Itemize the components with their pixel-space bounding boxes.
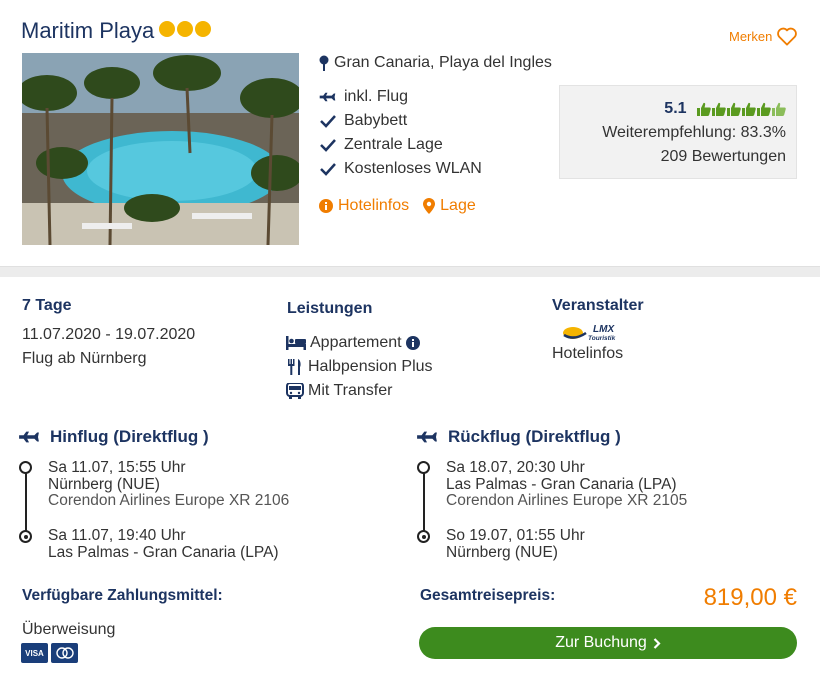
leistung-item: Appartement xyxy=(286,334,420,352)
hotel-stars xyxy=(159,21,211,37)
hinflug-title-text: Hinflug (Direktflug ) xyxy=(50,427,209,446)
check-icon xyxy=(319,163,336,176)
bed-icon xyxy=(286,336,306,350)
hinflug-arr-time: Sa 11.07, 19:40 Uhr xyxy=(48,527,186,544)
info-icon xyxy=(319,199,333,213)
review-count[interactable]: 209 Bewertungen xyxy=(661,148,786,166)
payment-title: Verfügbare Zahlungsmittel: xyxy=(22,587,223,604)
map-pin-icon xyxy=(423,198,436,214)
hotel-name[interactable]: Maritim Playa xyxy=(21,18,154,44)
total-price-label: Gesamtreisepreis: xyxy=(420,587,556,604)
hotel-image[interactable] xyxy=(22,53,299,245)
leistung-label: Appartement xyxy=(310,334,402,351)
plane-icon xyxy=(19,431,39,443)
leistung-label: Mit Transfer xyxy=(308,382,393,399)
chevron-right-icon xyxy=(653,637,661,649)
bookmark-label: Merken xyxy=(729,28,773,44)
rueckflug-title: Rückflug (Direktflug ) xyxy=(416,427,621,447)
feature-label: inkl. Flug xyxy=(344,88,409,105)
rueckflug-arrival: So 19.07, 01:55 Uhr Nürnberg (NUE) xyxy=(446,527,585,561)
timeline-line xyxy=(423,473,425,533)
location-text: Gran Canaria, Playa del Ingles xyxy=(334,54,552,71)
hinflug-dep-airport: Nürnberg (NUE) xyxy=(48,475,160,493)
veranstalter-hotelinfos-link[interactable]: Hotelinfos xyxy=(552,345,623,363)
feature-flight: inkl. Flug xyxy=(319,88,408,106)
thumbs-up-icon xyxy=(727,102,741,116)
trip-departure: Flug ab Nürnberg xyxy=(22,350,147,367)
leistung-item: Mit Transfer xyxy=(286,382,392,400)
lage-label: Lage xyxy=(440,197,476,214)
rating-score-line: 5.1 xyxy=(664,100,786,118)
trip-dates: 11.07.2020 - 19.07.2020 xyxy=(22,326,196,343)
feature-label: Kostenloses WLAN xyxy=(344,160,482,177)
info-icon[interactable] xyxy=(405,336,420,350)
star-icon xyxy=(159,21,175,37)
rating-thumbs xyxy=(697,102,786,116)
visa-label: VISA xyxy=(25,648,44,658)
book-button[interactable]: Zur Buchung xyxy=(419,627,797,659)
check-icon xyxy=(319,115,336,128)
leistungen-title: Leistungen xyxy=(287,300,373,317)
thumbs-up-icon xyxy=(742,102,756,116)
payment-method: Überweisung xyxy=(22,621,116,638)
total-price: 819,00 € xyxy=(703,584,797,611)
rueckflug-airline: Corendon Airlines Europe XR 2105 xyxy=(446,492,688,509)
timeline-line xyxy=(25,473,27,533)
rueckflug-dep-airport: Las Palmas - Gran Canaria (LPA) xyxy=(446,475,677,493)
hotel-location: Gran Canaria, Playa del Ingles xyxy=(319,54,552,72)
lage-link[interactable]: Lage xyxy=(423,197,476,215)
feature-item: Zentrale Lage xyxy=(319,136,443,154)
cutlery-icon xyxy=(288,359,301,375)
hinflug-arrival: Sa 11.07, 19:40 Uhr Las Palmas - Gran Ca… xyxy=(48,527,279,561)
hotelinfos-link[interactable]: Hotelinfos xyxy=(319,197,409,215)
bus-icon xyxy=(286,383,304,399)
hotel-links: Hotelinfos Lage xyxy=(319,197,476,215)
thumbs-up-icon xyxy=(697,102,711,116)
bookmark-button[interactable]: Merken xyxy=(729,26,798,46)
hinflug-dep-time: Sa 11.07, 15:55 Uhr xyxy=(48,459,186,476)
hinflug-arr-airport: Las Palmas - Gran Canaria (LPA) xyxy=(48,543,279,561)
svg-text:LMX: LMX xyxy=(593,324,615,335)
check-icon xyxy=(319,139,336,152)
hotel-card: Maritim Playa Merken Gran Canaria, Playa… xyxy=(0,0,820,267)
star-icon xyxy=(177,21,193,37)
feature-item: Babybett xyxy=(319,112,407,130)
rating-box: 5.1 Weiterempfehlung: 83.3% 209 Bewertun… xyxy=(559,85,797,179)
hotelinfos-label: Hotelinfos xyxy=(338,197,410,214)
veranstalter-logo: LMX Touristik xyxy=(562,321,620,348)
rating-score: 5.1 xyxy=(664,100,687,117)
leistung-item: Halbpension Plus xyxy=(286,358,433,376)
rueckflug-arr-time: So 19.07, 01:55 Uhr xyxy=(446,527,585,544)
hinflug-departure: Sa 11.07, 15:55 Uhr Nürnberg (NUE) Coren… xyxy=(48,459,290,510)
heart-icon xyxy=(777,27,798,46)
feature-item: Kostenloses WLAN xyxy=(319,160,482,178)
thumbs-up-icon xyxy=(757,102,771,116)
hinflug-title: Hinflug (Direktflug ) xyxy=(18,427,209,447)
book-button-label: Zur Buchung xyxy=(555,634,647,651)
feature-label: Babybett xyxy=(344,112,408,129)
map-pin-icon xyxy=(319,55,329,71)
departure-dot-icon xyxy=(417,461,430,474)
rueckflug-arr-airport: Nürnberg (NUE) xyxy=(446,543,558,561)
rueckflug-dep-time: Sa 18.07, 20:30 Uhr xyxy=(446,459,585,476)
mastercard-icon xyxy=(51,643,78,663)
rueckflug-departure: Sa 18.07, 20:30 Uhr Las Palmas - Gran Ca… xyxy=(446,459,688,510)
rueckflug-title-text: Rückflug (Direktflug ) xyxy=(448,427,621,446)
svg-text:Touristik: Touristik xyxy=(588,335,616,342)
thumbs-up-icon xyxy=(772,102,786,116)
arrival-dot-icon xyxy=(417,530,430,543)
feature-label: Zentrale Lage xyxy=(344,136,443,153)
hinflug-airline: Corendon Airlines Europe XR 2106 xyxy=(48,492,290,509)
visa-icon: VISA xyxy=(21,643,48,663)
trip-duration: 7 Tage xyxy=(22,297,72,314)
veranstalter-title: Veranstalter xyxy=(552,297,644,314)
recommendation-rate: Weiterempfehlung: 83.3% xyxy=(602,124,786,141)
star-icon xyxy=(195,21,211,37)
arrival-dot-icon xyxy=(19,530,32,543)
leistung-label: Halbpension Plus xyxy=(308,358,433,375)
plane-icon xyxy=(319,92,336,102)
thumbs-up-icon xyxy=(712,102,726,116)
departure-dot-icon xyxy=(19,461,32,474)
plane-icon xyxy=(417,431,437,443)
